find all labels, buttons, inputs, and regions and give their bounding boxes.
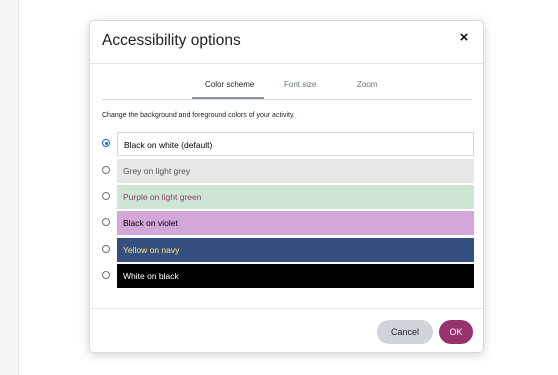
option-row[interactable]: Purple on light green [102, 185, 474, 209]
option-radio[interactable] [102, 192, 110, 200]
option-radio[interactable] [102, 218, 110, 226]
tab-zoom[interactable]: Zoom [357, 80, 377, 98]
tab-font-size[interactable]: Font size [284, 80, 316, 98]
option-label[interactable]: Black on violet [117, 211, 474, 235]
cancel-button[interactable]: Cancel [377, 320, 433, 344]
option-label[interactable]: Yellow on navy [117, 238, 474, 262]
option-radio[interactable] [102, 139, 110, 147]
dialog-footer: Cancel OK [90, 308, 483, 355]
option-row[interactable]: Black on white (default) [102, 132, 474, 156]
close-icon[interactable]: × [456, 30, 472, 46]
option-label[interactable]: Purple on light green [117, 185, 474, 209]
option-radio[interactable] [102, 166, 110, 174]
option-radio[interactable] [102, 271, 110, 279]
option-label[interactable]: White on black [117, 264, 474, 288]
option-row[interactable]: Black on violet [102, 211, 474, 235]
option-label[interactable]: Grey on light grey [117, 159, 474, 183]
tab-bar: Color scheme Font size Zoom [102, 77, 472, 100]
option-row[interactable]: White on black [102, 264, 474, 288]
active-tab-indicator [192, 97, 264, 99]
tab-color-scheme[interactable]: Color scheme [205, 80, 254, 98]
option-label[interactable]: Black on white (default) [117, 132, 474, 156]
dialog-title: Accessibility options [102, 32, 241, 49]
option-row[interactable]: Yellow on navy [102, 238, 474, 262]
option-radio[interactable] [102, 245, 110, 253]
option-row[interactable]: Grey on light grey [102, 159, 474, 183]
ok-button[interactable]: OK [439, 320, 473, 344]
description-text: Change the background and foreground col… [102, 112, 295, 119]
dialog-header: Accessibility options × [90, 21, 483, 64]
accessibility-dialog: Accessibility options × Color scheme Fon… [89, 20, 484, 353]
